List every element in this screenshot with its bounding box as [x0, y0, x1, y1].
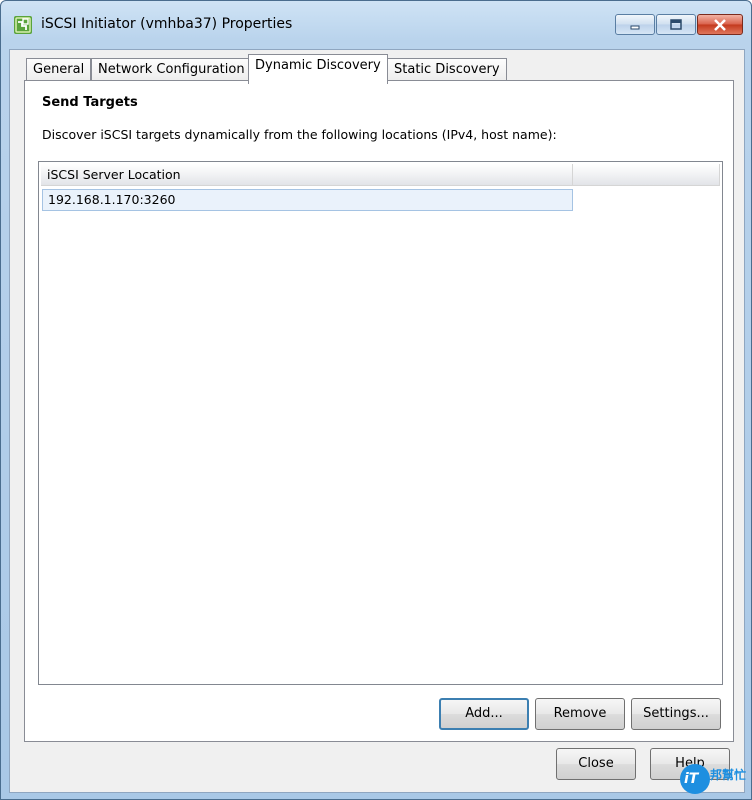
tab-static-discovery[interactable]: Static Discovery	[387, 58, 507, 82]
column-header-server-location[interactable]: iSCSI Server Location	[41, 164, 573, 186]
close-button[interactable]: Close	[556, 748, 636, 780]
section-description: Discover iSCSI targets dynamically from …	[42, 127, 557, 142]
watermark-logo-icon: iT	[680, 764, 710, 794]
properties-window: iSCSI Initiator (vmhba37) Properties Gen…	[0, 0, 752, 800]
minimize-button[interactable]	[615, 14, 655, 35]
settings-button[interactable]: Settings...	[631, 698, 721, 730]
tab-general[interactable]: General	[26, 58, 92, 82]
close-window-button[interactable]	[697, 14, 743, 35]
tab-network-configuration[interactable]: Network Configuration	[91, 58, 252, 82]
minimize-icon	[630, 25, 640, 29]
window-title: iSCSI Initiator (vmhba37) Properties	[41, 16, 293, 32]
list-item[interactable]: 192.168.1.170:3260	[42, 189, 573, 211]
vsphere-app-icon	[13, 15, 33, 35]
add-button[interactable]: Add...	[439, 698, 529, 730]
dynamic-discovery-panel: Send Targets Discover iSCSI targets dyna…	[24, 80, 734, 742]
tab-dynamic-discovery[interactable]: Dynamic Discovery	[248, 54, 388, 84]
list-header: iSCSI Server Location	[41, 164, 720, 186]
close-icon	[714, 18, 726, 31]
watermark-logo-text: iT	[684, 771, 699, 787]
title-bar[interactable]: iSCSI Initiator (vmhba37) Properties	[1, 1, 751, 49]
maximize-button[interactable]	[656, 14, 696, 35]
section-title: Send Targets	[42, 95, 138, 110]
column-header-blank[interactable]	[573, 164, 720, 186]
dialog-client-area: General Network Configuration Dynamic Di…	[9, 49, 745, 793]
ithome-watermark: iT 邦幫忙	[680, 762, 750, 796]
watermark-text: 邦幫忙	[710, 768, 747, 782]
remove-button[interactable]: Remove	[535, 698, 625, 730]
maximize-icon	[670, 18, 682, 30]
send-targets-list[interactable]: iSCSI Server Location 192.168.1.170:3260	[38, 161, 723, 685]
